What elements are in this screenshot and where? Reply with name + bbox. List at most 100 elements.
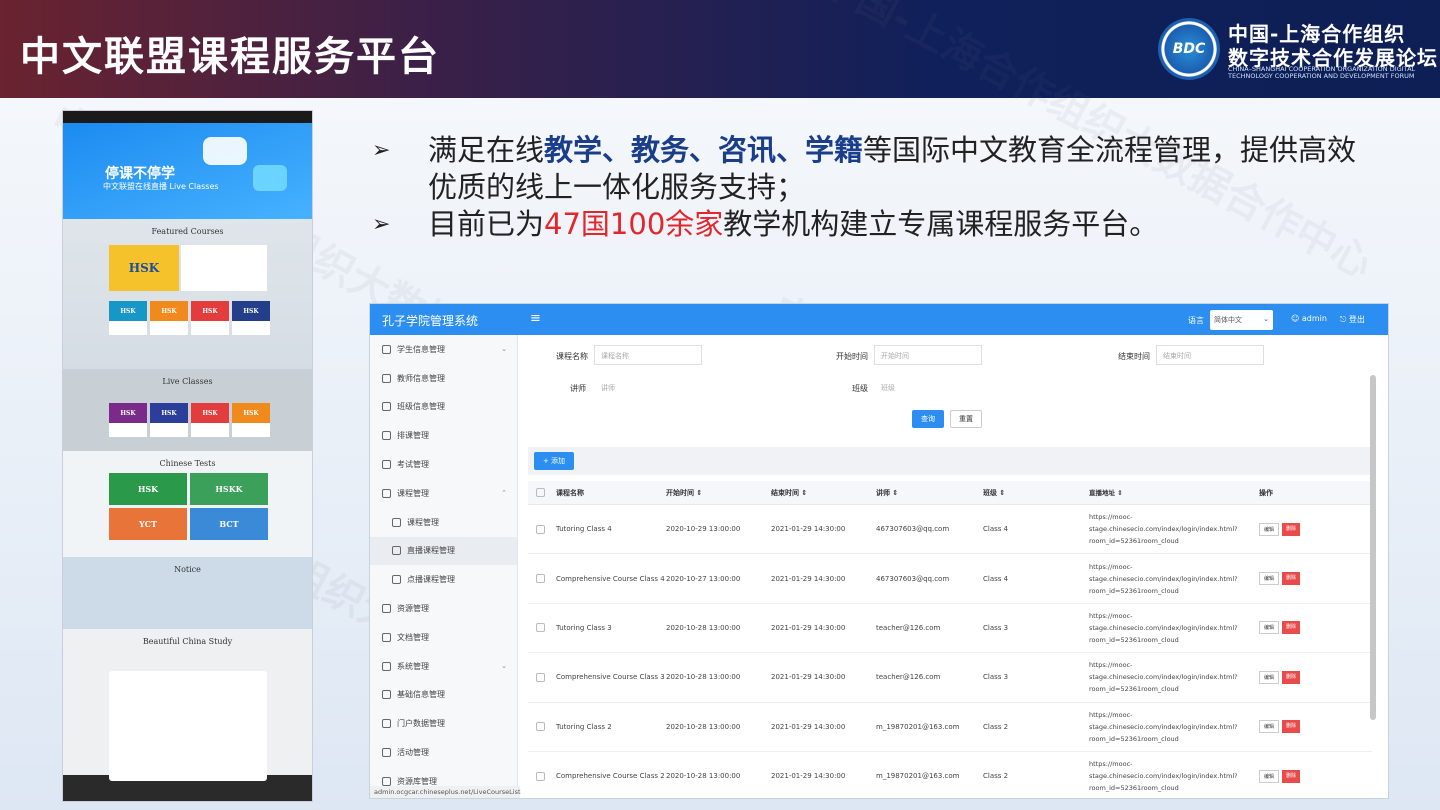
preview-notice-section: Notice <box>63 557 312 629</box>
row-checkbox[interactable] <box>536 672 545 682</box>
course-thumb: HSK <box>232 301 270 335</box>
language-select[interactable]: 简体中文 ⌄ <box>1210 310 1273 330</box>
language-label: 语言 <box>1188 316 1204 325</box>
sidebar-item[interactable]: 班级信息管理 <box>370 393 517 422</box>
reset-button[interactable]: 重置 <box>950 410 982 428</box>
table-row: Tutoring Class 4 2020-10-29 13:00:00 2021-… <box>528 505 1372 555</box>
delete-button[interactable]: 删除 <box>1282 670 1301 684</box>
row-checkbox[interactable] <box>536 574 545 584</box>
menu-toggle-icon[interactable]: ≡ <box>530 311 541 326</box>
table-row: Comprehensive Course Class 2 2020-10-28 1… <box>528 752 1372 798</box>
sidebar-item-label: 课程管理 <box>397 488 429 498</box>
banner-subtitle: 中文联盟在线直播 Live Classes <box>103 182 219 191</box>
menu-item-icon <box>382 661 391 671</box>
table-cell: Class 3 <box>983 673 1009 682</box>
sidebar-item-label: 课程管理 <box>407 517 439 527</box>
sidebar-item[interactable]: 点播课程管理 <box>370 565 517 594</box>
live-thumb: HSK <box>191 403 229 437</box>
table-cell: Comprehensive Course Class 2 <box>556 772 665 781</box>
sidebar-item-label: 活动管理 <box>397 748 429 758</box>
col-header[interactable]: 结束时间 ⇕ <box>771 488 876 498</box>
menu-item-icon <box>382 402 391 412</box>
logout-button[interactable]: ⎋ 登出 <box>1340 314 1365 325</box>
delete-button[interactable]: 删除 <box>1282 769 1301 783</box>
edit-button[interactable]: 编辑 <box>1259 572 1280 586</box>
course-name-input[interactable]: 课程名称 <box>594 345 702 365</box>
test-tile: YCT <box>109 508 187 540</box>
table-cell: https://mooc-stage.chinesecio.com/index/… <box>1089 661 1238 694</box>
table-cell: 2020-10-29 13:00:00 <box>666 525 741 534</box>
highlight-text: 47国100余家 <box>544 207 724 241</box>
table-cell: Class 3 <box>983 623 1009 632</box>
row-checkbox[interactable] <box>536 722 545 732</box>
edit-button[interactable]: 编辑 <box>1259 621 1280 635</box>
sidebar-item-label: 点播课程管理 <box>407 575 455 585</box>
vertical-scrollbar[interactable] <box>1370 375 1376 720</box>
col-header[interactable]: 直播地址 ⇕ <box>1089 487 1259 499</box>
col-header[interactable]: 开始时间 ⇕ <box>666 488 771 498</box>
sidebar-item[interactable]: 系统管理 ⌄ <box>370 652 517 681</box>
menu-item-icon <box>382 488 391 498</box>
sidebar-item[interactable]: 资源管理 <box>370 594 517 623</box>
start-time-label: 开始时间 <box>836 352 868 361</box>
sidebar-item[interactable]: 考试管理 <box>370 450 517 479</box>
select-all-checkbox[interactable] <box>536 488 545 497</box>
sidebar-item-label: 系统管理 <box>397 661 429 671</box>
start-time-input[interactable]: 开始时间 <box>874 345 982 365</box>
bullet-list: ➢ 满足在线教学、教务、咨讯、学籍等国际中文教育全流程管理，提供高效优质的线上一… <box>372 132 1372 243</box>
delete-button[interactable]: 删除 <box>1282 572 1301 586</box>
course-table: 课程名称 开始时间 ⇕ 结束时间 ⇕ 讲师 ⇕ 班级 ⇕ 直播地址 ⇕ 操作 T… <box>528 481 1372 798</box>
table-cell: 2021-01-29 14:30:00 <box>771 772 846 781</box>
menu-item-icon <box>392 575 401 585</box>
row-checkbox[interactable] <box>536 524 545 534</box>
edit-button[interactable]: 编辑 <box>1259 670 1280 684</box>
edit-button[interactable]: 编辑 <box>1259 720 1280 734</box>
banner-title: 停课不停学 <box>105 166 175 182</box>
table-cell: Tutoring Class 2 <box>556 722 612 731</box>
table-cell: Class 4 <box>983 574 1009 583</box>
sidebar-item[interactable]: 基础信息管理 <box>370 681 517 710</box>
sidebar-item[interactable]: 活动管理 <box>370 738 517 767</box>
row-checkbox[interactable] <box>536 771 545 781</box>
table-row: Tutoring Class 2 2020-10-28 13:00:00 2021-… <box>528 703 1372 752</box>
illustration-screen-icon <box>253 165 287 191</box>
col-header[interactable]: 讲师 ⇕ <box>876 488 983 498</box>
delete-button[interactable]: 删除 <box>1282 522 1301 536</box>
sidebar-item-label: 文档管理 <box>397 632 429 642</box>
table-cell: Comprehensive Course Class 3 <box>556 673 665 682</box>
sidebar-item[interactable]: 直播课程管理 <box>370 536 517 566</box>
class-input[interactable]: 班级 <box>874 377 982 397</box>
end-time-input[interactable]: 结束时间 <box>1156 345 1264 365</box>
search-button[interactable]: 查询 <box>912 410 944 428</box>
menu-item-icon <box>382 776 391 786</box>
delete-button[interactable]: 删除 <box>1282 621 1301 635</box>
row-checkbox[interactable] <box>536 623 545 633</box>
col-header[interactable]: 班级 ⇕ <box>983 488 1089 498</box>
sidebar-item[interactable]: 学生信息管理 ⌄ <box>370 335 517 364</box>
featured-heading: Featured Courses <box>151 227 224 236</box>
sidebar-item[interactable]: 门户数据管理 <box>370 709 517 738</box>
table-row: Comprehensive Course Class 3 2020-10-28 1… <box>528 653 1372 703</box>
teacher-input[interactable]: 讲师 <box>594 377 702 397</box>
sidebar-item-label: 考试管理 <box>397 460 429 470</box>
user-menu[interactable]: ☺ admin <box>1291 314 1327 323</box>
admin-topbar: 孔子学院管理系统 ≡ 语言 简体中文 ⌄ ☺ admin ⎋ 登出 <box>370 304 1388 335</box>
table-cell: Tutoring Class 3 <box>556 623 612 632</box>
sidebar-item[interactable]: 排课管理 <box>370 421 517 450</box>
sidebar-item[interactable]: 课程管理 <box>370 508 517 537</box>
sidebar-item[interactable]: 文档管理 <box>370 623 517 652</box>
table-cell: 2021-01-29 14:30:00 <box>771 525 846 534</box>
edit-button[interactable]: 编辑 <box>1259 769 1280 783</box>
sidebar-item[interactable]: 课程管理 ⌃ <box>370 479 517 508</box>
edit-button[interactable]: 编辑 <box>1259 522 1280 536</box>
highlight-text: 教学、教务、咨讯、学籍 <box>544 133 864 167</box>
bullet-item: ➢ 满足在线教学、教务、咨讯、学籍等国际中文教育全流程管理，提供高效优质的线上一… <box>372 133 1357 204</box>
table-row: Comprehensive Course Class 4 2020-10-27 1… <box>528 554 1372 604</box>
delete-button[interactable]: 删除 <box>1282 720 1301 734</box>
add-button[interactable]: + 添加 <box>534 452 574 470</box>
table-cell: https://mooc-stage.chinesecio.com/index/… <box>1089 513 1238 546</box>
menu-item-icon <box>382 604 391 614</box>
admin-window: 孔子学院管理系统 ≡ 语言 简体中文 ⌄ ☺ admin ⎋ 登出 学生信息管理… <box>369 303 1389 799</box>
menu-item-icon <box>382 719 391 729</box>
sidebar-item[interactable]: 教师信息管理 <box>370 364 517 393</box>
